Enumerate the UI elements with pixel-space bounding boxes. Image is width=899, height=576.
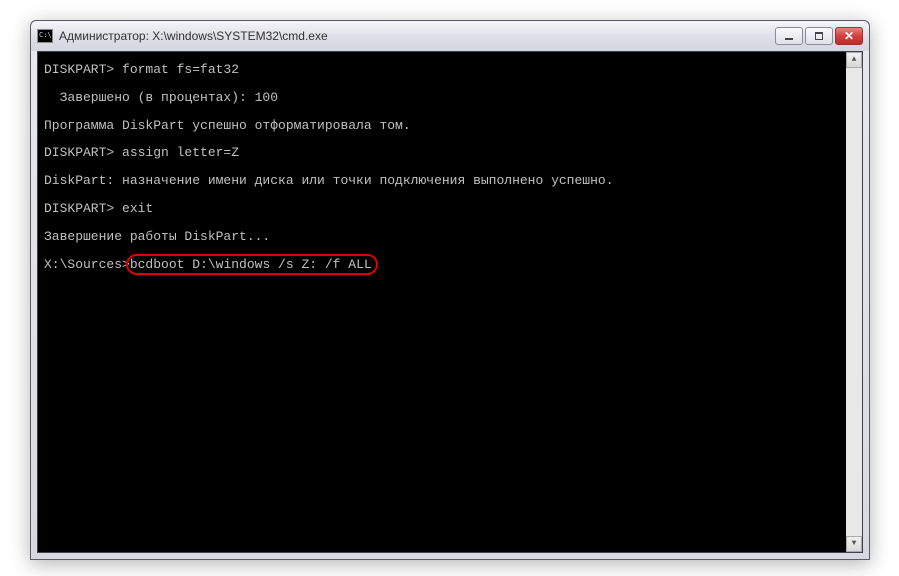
scroll-up-button[interactable]: ▲ <box>846 52 862 68</box>
terminal-prompt-line: X:\Sources>bcdboot D:\windows /s Z: /f A… <box>44 255 856 276</box>
cmd-window: Администратор: X:\windows\SYSTEM32\cmd.e… <box>30 20 870 560</box>
close-button[interactable]: ✕ <box>835 27 863 45</box>
scrollbar[interactable]: ▲ ▼ <box>846 52 862 552</box>
terminal-area[interactable]: DISKPART> format fs=fat32 Завершено (в п… <box>37 51 863 553</box>
maximize-button[interactable] <box>805 27 833 45</box>
scroll-track[interactable] <box>846 68 862 536</box>
window-title: Администратор: X:\windows\SYSTEM32\cmd.e… <box>59 29 775 43</box>
terminal-line: Завершено (в процентах): 100 <box>44 88 856 109</box>
close-icon: ✕ <box>844 29 854 43</box>
window-controls: ✕ <box>775 27 863 45</box>
cmd-icon <box>37 29 53 43</box>
command-text: bcdboot D:\windows /s Z: /f ALL <box>130 257 372 272</box>
minimize-icon <box>785 38 793 40</box>
maximize-icon <box>815 32 823 40</box>
terminal-line: DISKPART> format fs=fat32 <box>44 60 856 81</box>
scroll-down-button[interactable]: ▼ <box>846 536 862 552</box>
terminal-line: Завершение работы DiskPart... <box>44 227 856 248</box>
highlighted-command: bcdboot D:\windows /s Z: /f ALL <box>130 257 372 272</box>
prompt-text: X:\Sources> <box>44 257 130 272</box>
titlebar[interactable]: Администратор: X:\windows\SYSTEM32\cmd.e… <box>31 21 869 51</box>
terminal-line: Программа DiskPart успешно отформатирова… <box>44 116 856 137</box>
minimize-button[interactable] <box>775 27 803 45</box>
terminal-line: DISKPART> exit <box>44 199 856 220</box>
terminal-line: DiskPart: назначение имени диска или точ… <box>44 171 856 192</box>
terminal-line: DISKPART> assign letter=Z <box>44 143 856 164</box>
